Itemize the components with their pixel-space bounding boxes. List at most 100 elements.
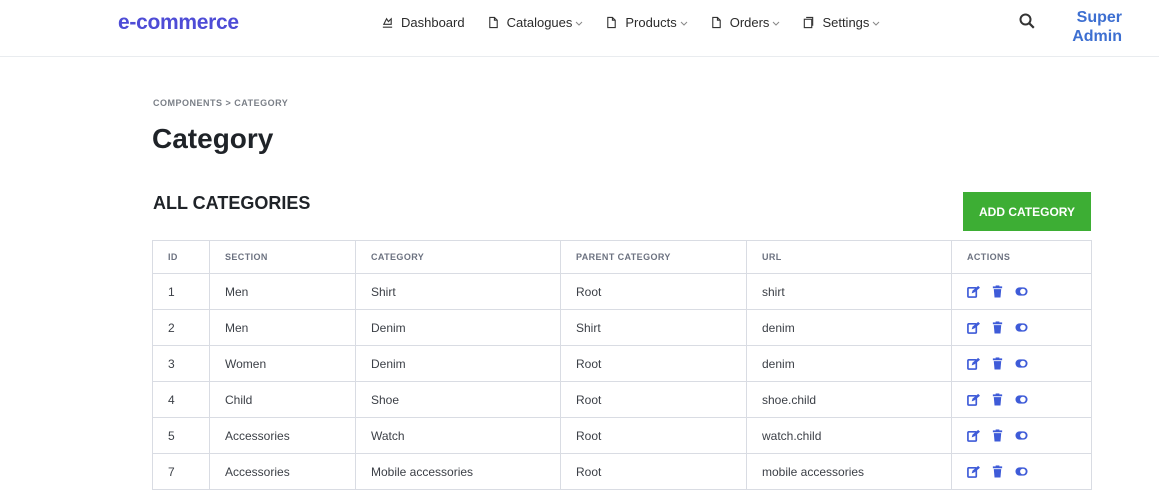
nav-orders[interactable]: Orders: [710, 15, 781, 30]
search-icon[interactable]: [1018, 12, 1036, 30]
header-category: CATEGORY: [355, 240, 561, 274]
top-navbar: e-commerce Dashboard Catalogues Products: [0, 0, 1159, 57]
trash-icon[interactable]: [991, 321, 1004, 334]
cell-parent-category: Root: [560, 453, 747, 490]
nav-dashboard-label: Dashboard: [401, 15, 465, 30]
add-category-button[interactable]: ADD CATEGORY: [963, 192, 1091, 231]
cell-url: denim: [746, 309, 952, 346]
cell-category: Shirt: [355, 273, 561, 310]
file-icon: [487, 16, 500, 29]
dashboard-icon: [381, 16, 394, 29]
page-title: Category: [152, 123, 274, 154]
cell-category: Denim: [355, 309, 561, 346]
user-menu[interactable]: Super Admin: [1062, 8, 1122, 46]
toggle-icon[interactable]: [1015, 429, 1028, 442]
header-id: ID: [152, 240, 210, 274]
trash-icon[interactable]: [991, 357, 1004, 370]
header-url: URL: [746, 240, 952, 274]
cell-parent-category: Root: [560, 345, 747, 382]
nav-dashboard[interactable]: Dashboard: [381, 15, 465, 30]
cell-url: mobile accessories: [746, 453, 952, 490]
breadcrumb: COMPONENTS > CATEGORY: [153, 98, 289, 108]
row-actions: [967, 285, 1091, 298]
cell-url: shoe.child: [746, 381, 952, 418]
file-icon: [710, 16, 723, 29]
chevron-down-icon: [575, 19, 583, 27]
cell-parent-category: Root: [560, 417, 747, 454]
cell-actions: [951, 345, 1092, 382]
chevron-down-icon: [872, 19, 880, 27]
edit-icon[interactable]: [967, 321, 980, 334]
trash-icon[interactable]: [991, 393, 1004, 406]
nav-settings-label: Settings: [822, 15, 870, 30]
cell-parent-category: Root: [560, 381, 747, 418]
header-actions: ACTIONS: [951, 240, 1092, 274]
edit-icon[interactable]: [967, 393, 980, 406]
cell-id: 3: [152, 345, 210, 382]
cell-parent-category: Shirt: [560, 309, 747, 346]
cell-section: Child: [209, 381, 356, 418]
cell-section: Women: [209, 345, 356, 382]
cell-url: shirt: [746, 273, 952, 310]
categories-table-wrapper: ID SECTION CATEGORY PARENT CATEGORY URL …: [152, 240, 1092, 490]
row-actions: [967, 357, 1091, 370]
chevron-down-icon: [772, 19, 780, 27]
cell-id: 4: [152, 381, 210, 418]
trash-icon[interactable]: [991, 285, 1004, 298]
table-row: 5 Accessories Watch Root watch.child: [152, 417, 1092, 454]
row-actions: [967, 393, 1091, 406]
chevron-down-icon: [680, 19, 688, 27]
cell-category: Watch: [355, 417, 561, 454]
cell-section: Accessories: [209, 453, 356, 490]
cell-id: 2: [152, 309, 210, 346]
file-icon: [605, 16, 618, 29]
cell-actions: [951, 381, 1092, 418]
table-row: 2 Men Denim Shirt denim: [152, 309, 1092, 346]
cell-parent-category: Root: [560, 273, 747, 310]
table-row: 7 Accessories Mobile accessories Root mobile…: [152, 453, 1092, 490]
nav-catalogues-label: Catalogues: [506, 15, 573, 30]
toggle-icon[interactable]: [1015, 393, 1028, 406]
cell-id: 5: [152, 417, 210, 454]
cell-category: Mobile accessories: [355, 453, 561, 490]
toggle-icon[interactable]: [1015, 321, 1028, 334]
header-section: SECTION: [209, 240, 356, 274]
brand-logo[interactable]: e-commerce: [118, 11, 239, 35]
table-row: 3 Women Denim Root denim: [152, 345, 1092, 382]
cell-actions: [951, 273, 1092, 310]
cell-section: Men: [209, 309, 356, 346]
cell-section: Accessories: [209, 417, 356, 454]
edit-icon[interactable]: [967, 429, 980, 442]
toggle-icon[interactable]: [1015, 357, 1028, 370]
section-title: ALL CATEGORIES: [153, 193, 311, 213]
toggle-icon[interactable]: [1015, 465, 1028, 478]
cell-actions: [951, 453, 1092, 490]
nav-settings[interactable]: Settings: [802, 15, 880, 30]
main-nav: Dashboard Catalogues Products Orders Set…: [381, 15, 902, 30]
header-parent-category: PARENT CATEGORY: [560, 240, 747, 274]
categories-table: ID SECTION CATEGORY PARENT CATEGORY URL …: [152, 240, 1092, 490]
edit-icon[interactable]: [967, 285, 980, 298]
toggle-icon[interactable]: [1015, 285, 1028, 298]
cell-actions: [951, 417, 1092, 454]
copy-icon: [802, 16, 815, 29]
table-row: 1 Men Shirt Root shirt: [152, 273, 1092, 310]
cell-section: Men: [209, 273, 356, 310]
cell-category: Denim: [355, 345, 561, 382]
nav-catalogues[interactable]: Catalogues: [487, 15, 584, 30]
row-actions: [967, 321, 1091, 334]
cell-url: watch.child: [746, 417, 952, 454]
edit-icon[interactable]: [967, 465, 980, 478]
nav-orders-label: Orders: [729, 15, 770, 30]
trash-icon[interactable]: [991, 465, 1004, 478]
table-body: 1 Men Shirt Root shirt 2 Men Denim Shirt denim 3 Wo…: [152, 273, 1092, 490]
trash-icon[interactable]: [991, 429, 1004, 442]
cell-url: denim: [746, 345, 952, 382]
nav-products[interactable]: Products: [605, 15, 688, 30]
nav-products-label: Products: [625, 15, 677, 30]
table-header-row: ID SECTION CATEGORY PARENT CATEGORY URL …: [152, 240, 1092, 274]
cell-id: 1: [152, 273, 210, 310]
cell-category: Shoe: [355, 381, 561, 418]
cell-id: 7: [152, 453, 210, 490]
edit-icon[interactable]: [967, 357, 980, 370]
